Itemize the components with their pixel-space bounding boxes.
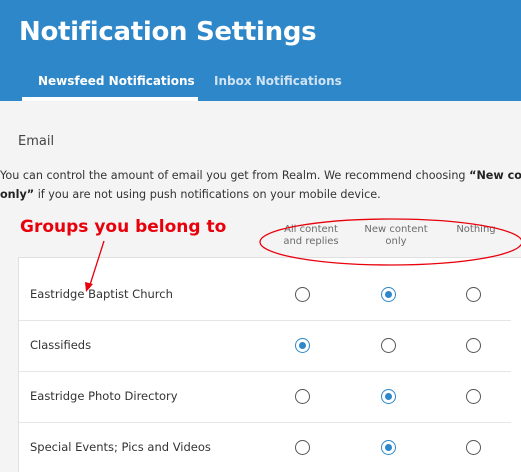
annotation-ellipse [259, 218, 521, 266]
settings-content: Email You can control the amount of emai… [0, 101, 521, 472]
annotation-overlay [85, 218, 521, 292]
page-title: Notification Settings [19, 17, 317, 47]
tab-newsfeed-notifications[interactable]: Newsfeed Notifications [38, 74, 195, 88]
annotation-arrow-line [88, 240, 105, 289]
tab-inbox-notifications[interactable]: Inbox Notifications [214, 74, 342, 88]
header-bar: Notification Settings Newsfeed Notificat… [0, 0, 521, 101]
annotation-arrow-head [85, 282, 93, 292]
